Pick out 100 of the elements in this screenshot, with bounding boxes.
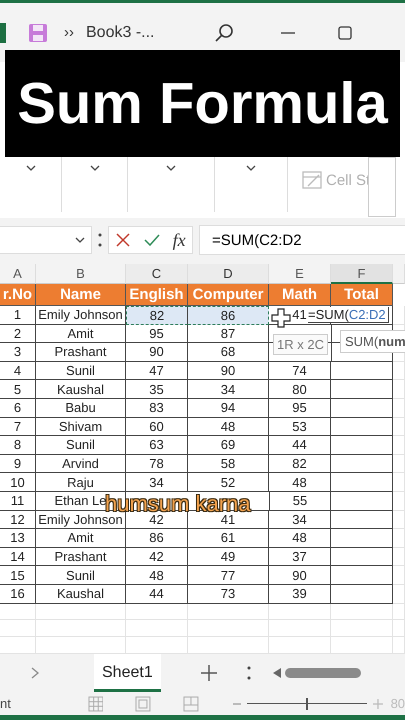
- table-cell: 41: [188, 510, 269, 530]
- empty-cell: [393, 454, 405, 474]
- table-cell: 35: [126, 380, 188, 399]
- chevron-icon[interactable]: [166, 165, 176, 172]
- table-cell: Prashant: [36, 343, 126, 362]
- more-icon[interactable]: [98, 233, 102, 247]
- table-cell: Amit: [36, 324, 126, 344]
- table-cell: 15: [0, 566, 36, 585]
- table-cell: 63: [126, 436, 188, 455]
- table-cell: 86: [126, 529, 188, 548]
- table-cell: Sunil: [36, 362, 126, 380]
- empty-cell: [331, 620, 393, 637]
- next-sheet-icon[interactable]: [31, 666, 39, 679]
- empty-cell: [393, 620, 405, 637]
- table-cell: Amit: [36, 529, 126, 548]
- table-cell: 61: [188, 529, 269, 548]
- empty-cell: [0, 620, 36, 637]
- check-icon[interactable]: [144, 232, 160, 248]
- table-cell: Arvind: [36, 454, 126, 474]
- chevron-icon[interactable]: [246, 165, 256, 172]
- table-cell: 10: [0, 473, 36, 492]
- function-tooltip: SUM(num: [340, 330, 405, 353]
- table-cell: 5: [0, 380, 36, 399]
- empty-cell: [393, 362, 405, 380]
- table-cell: 87: [188, 324, 269, 344]
- table-cell: 9: [0, 454, 36, 474]
- search-icon[interactable]: [214, 22, 234, 42]
- table-cell: 90: [126, 343, 188, 362]
- formula-field[interactable]: =SUM(C2:D2: [199, 225, 405, 255]
- table-cell: Kaushal: [36, 380, 126, 399]
- column-header[interactable]: C: [126, 264, 188, 284]
- table-cell: 80: [269, 380, 331, 399]
- table-cell: 6: [0, 398, 36, 418]
- empty-cell: [393, 473, 405, 492]
- table-cell: 8: [0, 436, 36, 455]
- cell-styles-icon: [302, 171, 322, 189]
- save-icon[interactable]: [28, 22, 48, 42]
- maximize-icon[interactable]: [338, 26, 352, 40]
- column-header[interactable]: F: [331, 264, 393, 284]
- more-icon[interactable]: [246, 666, 251, 680]
- cross-cursor-icon: [271, 308, 291, 328]
- table-cell: Kaushal: [36, 584, 126, 604]
- chevron-icon[interactable]: [90, 165, 100, 172]
- table-cell: 55: [269, 492, 331, 511]
- table-cell: Babu: [36, 398, 126, 418]
- empty-cell: [393, 529, 405, 548]
- insert-function-button[interactable]: fx: [172, 230, 186, 250]
- scroll-left-icon[interactable]: [272, 668, 281, 678]
- table-cell: 86: [188, 306, 269, 325]
- table-cell: 11: [0, 492, 36, 511]
- cell-editor[interactable]: =SUM(C2:D2: [308, 307, 389, 323]
- empty-cell: [393, 380, 405, 399]
- slider-thumb[interactable]: [306, 698, 308, 710]
- table-cell: 83: [126, 398, 188, 418]
- table-cell: Prashant: [36, 548, 126, 566]
- more-button[interactable]: ››: [64, 24, 74, 41]
- table-cell: 37: [269, 548, 331, 566]
- table-header-cell: Name: [36, 284, 126, 306]
- chevron-icon[interactable]: [75, 236, 85, 244]
- table-header-cell: Math: [269, 284, 331, 306]
- table-cell: 44: [269, 436, 331, 455]
- table-cell: 12: [0, 510, 36, 530]
- table-cell: 49: [188, 548, 269, 566]
- sheet-tab[interactable]: Sheet1: [94, 654, 161, 692]
- empty-cell: [0, 604, 36, 620]
- empty-cell: [393, 436, 405, 455]
- chevron-icon[interactable]: [26, 165, 36, 172]
- table-cell: 69: [188, 436, 269, 455]
- empty-cell: [393, 398, 405, 418]
- table-cell: Emily Johnson: [36, 510, 126, 530]
- table-cell: 13: [0, 529, 36, 548]
- table-cell: 82: [269, 454, 331, 474]
- table-header-cell: English: [126, 284, 188, 306]
- table-cell: 53: [269, 418, 331, 436]
- table-cell: 73: [188, 584, 269, 604]
- table-cell: Sunil: [36, 436, 126, 455]
- column-header[interactable]: D: [188, 264, 269, 284]
- empty-cell: [331, 604, 393, 620]
- table-cell: 95: [269, 398, 331, 418]
- table-cell: 90: [188, 362, 269, 380]
- scrollbar-thumb[interactable]: [284, 668, 361, 678]
- add-sheet-icon[interactable]: [200, 664, 217, 681]
- empty-cell: [393, 604, 405, 620]
- table-cell: 47: [126, 362, 188, 380]
- table-cell: 44: [126, 584, 188, 604]
- empty-cell: [393, 510, 405, 530]
- table-cell: 14: [0, 548, 36, 566]
- table-header-cell: Total: [331, 284, 393, 306]
- empty-cell: [393, 492, 405, 511]
- table-cell: 42: [126, 510, 188, 530]
- table-header-cell: Computer: [188, 284, 269, 306]
- table-cell: 82: [126, 306, 188, 325]
- table-header-cell: r.No: [0, 284, 36, 306]
- table-cell: 34: [269, 510, 331, 530]
- empty-cell: [393, 584, 405, 604]
- zoom-level: 80: [390, 696, 405, 712]
- table-cell: 34: [126, 473, 188, 492]
- close-icon[interactable]: [115, 232, 132, 248]
- table-cell: 77: [188, 566, 269, 585]
- table-cell: 7: [0, 418, 36, 436]
